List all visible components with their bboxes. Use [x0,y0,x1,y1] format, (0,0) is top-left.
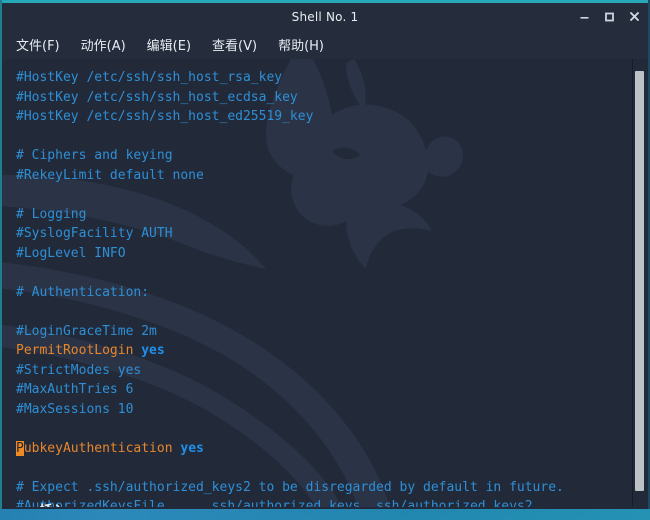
menu-item-edit[interactable]: 编辑(E) [147,35,191,54]
terminal-text-segment: #MaxAuthTries 6 [16,382,134,397]
menu-item-file[interactable]: 文件(F) [16,35,60,54]
terminal-text-segment: #LoginGraceTime 2m [16,323,157,339]
terminal-text-segment: #RekeyLimit default none [16,167,204,183]
menu-bar: 文件(F) 动作(A) 编辑(E) 查看(V) 帮助(H) [2,30,648,59]
menu-item-actions[interactable]: 动作(A) [81,35,126,54]
menu-item-view[interactable]: 查看(V) [212,35,257,54]
terminal-text-segment: #HostKey /etc/ssh/ssh_host_rsa_key [16,70,283,85]
terminal-text-segment: # Logging [16,206,87,222]
terminal-text-segment: yes [180,440,204,456]
terminal-text-segment: #SyslogFacility AUTH [16,226,173,241]
close-icon [630,12,639,21]
terminal-text-segment: #HostKey /etc/ssh/ssh_host_ecdsa_key [16,89,298,105]
minimize-button[interactable] [578,10,591,23]
terminal-line: #LoginGraceTime 2m [16,322,648,342]
text-cursor-block: P [16,440,24,456]
terminal-line: PubkeyAuthentication yes [16,439,648,459]
window-title: Shell No. 1 [291,9,359,24]
close-button[interactable] [628,10,641,23]
terminal-area[interactable]: #HostKey /etc/ssh/ssh_host_rsa_key #HostK… [2,59,648,507]
terminal-line: #LogLevel INFO [16,244,648,264]
terminal-line: #SyslogFacility AUTH [16,224,648,244]
terminal-line: PermitRootLogin yes [16,341,648,361]
terminal-text-segment: # Authentication: [16,284,150,300]
terminal-line: # Authentication: [16,283,648,303]
terminal-text-segment: PermitRootLogin [16,343,142,358]
terminal-text-content: #HostKey /etc/ssh/ssh_host_rsa_key #HostK… [2,59,648,507]
terminal-line: # Ciphers and keying [16,146,648,166]
terminal-text-segment: ubkeyAuthentication [23,440,181,456]
terminal-line: # Logging [16,205,648,225]
maximize-icon [605,12,614,22]
terminal-line: #HostKey /etc/ssh/ssh_host_rsa_key [16,68,648,88]
terminal-text-segment: #LogLevel INFO [16,245,126,261]
vim-status-line: -- 插入 -- 39,1 18% [2,483,648,507]
maximize-button[interactable] [603,10,616,23]
terminal-text-segment: #HostKey /etc/ssh/ssh_host_ed25519_key [16,109,314,124]
vertical-scrollbar-track[interactable] [632,59,646,507]
terminal-text-segment: #MaxSessions 10 [16,401,134,417]
minimize-icon [580,17,589,19]
title-bar[interactable]: Shell No. 1 [2,3,648,30]
terminal-text-segment: yes [141,343,165,358]
vertical-scrollbar-thumb[interactable] [635,71,644,491]
terminal-text-segment: # Ciphers and keying [16,148,173,163]
menu-item-help[interactable]: 帮助(H) [278,35,324,54]
terminal-line: #RekeyLimit default none [16,166,648,186]
vim-mode-indicator: -- 插入 -- [16,502,89,507]
terminal-line: #StrictModes yes [16,361,648,381]
terminal-text-segment: #StrictModes yes [16,362,142,378]
terminal-line: #MaxAuthTries 6 [16,380,648,400]
window-controls [578,3,641,30]
terminal-line: #MaxSessions 10 [16,400,648,420]
terminal-window: Shell No. 1 文件(F) 动作(A) 编辑(E) 查看(V) 帮助(H… [0,0,650,509]
screen: Shell No. 1 文件(F) 动作(A) 编辑(E) 查看(V) 帮助(H… [0,0,650,520]
terminal-line: #HostKey /etc/ssh/ssh_host_ed25519_key [16,107,648,127]
terminal-line: #HostKey /etc/ssh/ssh_host_ecdsa_key [16,88,648,108]
